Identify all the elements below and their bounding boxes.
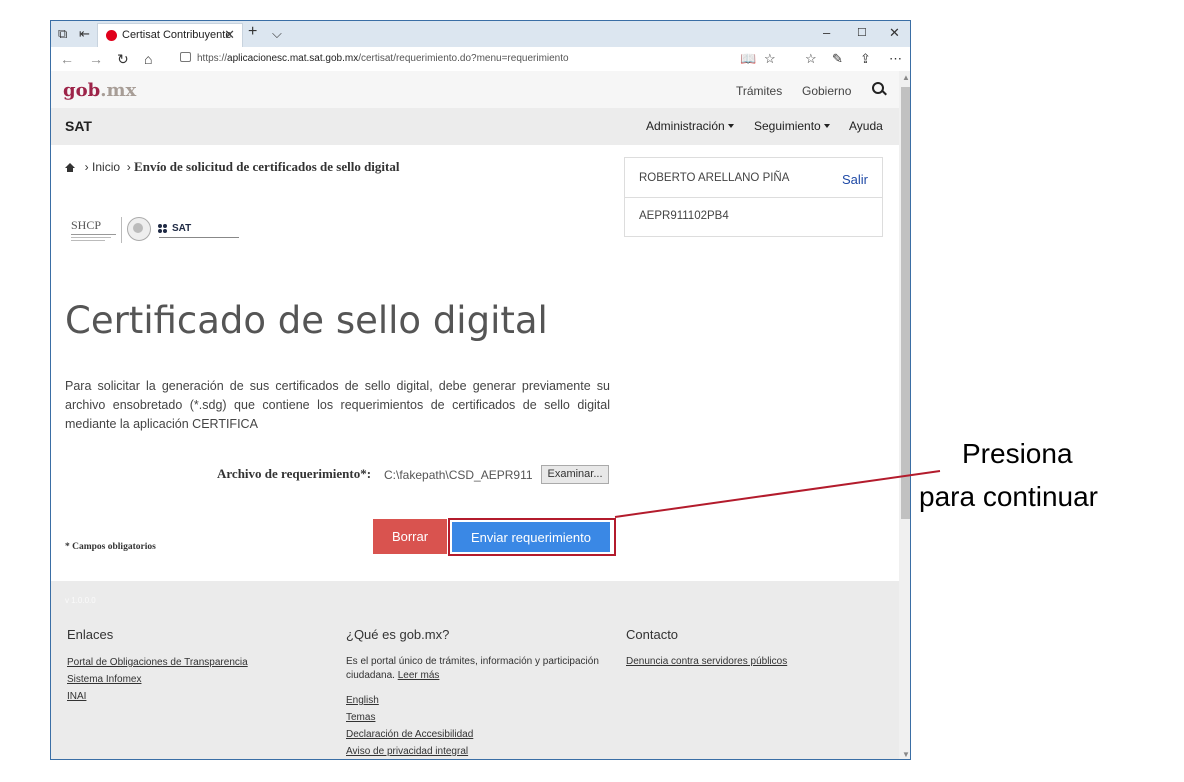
- callout-line: [614, 470, 941, 518]
- annotation-line-2: para continuar: [919, 481, 1099, 512]
- annotation-line-1: Presiona: [962, 438, 1073, 469]
- callout-connector: [614, 470, 941, 518]
